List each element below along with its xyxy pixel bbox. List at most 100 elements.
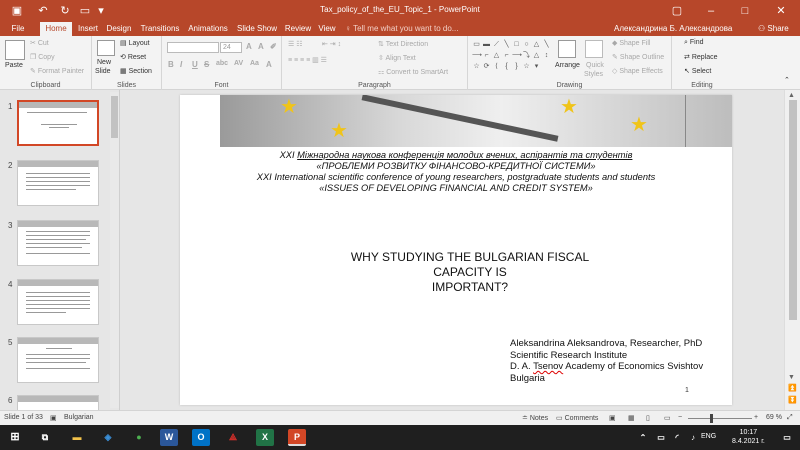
tab-animations[interactable]: Animations bbox=[186, 22, 230, 36]
new-slide-icon[interactable] bbox=[97, 40, 115, 56]
windows-start-icon[interactable]: ⊞ bbox=[6, 429, 24, 446]
new-slide-label-2[interactable]: Slide bbox=[95, 68, 111, 75]
clock[interactable]: 10:17 8.4.2021 г. bbox=[732, 428, 765, 446]
align-icons[interactable]: ≡ ≡ ≡ ≡ ▥ ☰ bbox=[288, 56, 327, 64]
notifications-icon[interactable]: ▭ bbox=[778, 429, 796, 446]
chrome-icon[interactable]: ● bbox=[130, 429, 148, 446]
paste-button[interactable]: Paste bbox=[5, 62, 23, 69]
shape-fill-button[interactable]: ◆ Shape Fill bbox=[612, 39, 650, 47]
underline-button[interactable]: U bbox=[192, 60, 198, 69]
font-name-field[interactable] bbox=[167, 42, 219, 53]
replace-button[interactable]: ⇄ Replace bbox=[684, 53, 718, 61]
quick-styles-label-2[interactable]: Styles bbox=[584, 71, 603, 78]
spellcheck-icon[interactable]: ▣ bbox=[50, 414, 57, 422]
reading-view-icon[interactable]: ▯ bbox=[646, 414, 650, 422]
align-text-button[interactable]: ⇳ Align Text bbox=[378, 54, 416, 62]
tab-transitions[interactable]: Transitions bbox=[138, 22, 182, 36]
character-spacing-button[interactable]: AV bbox=[234, 60, 243, 67]
slide-scrollbar[interactable]: ▲ ▼ ⏫ ⏬ bbox=[784, 90, 800, 410]
tab-home[interactable]: Home bbox=[40, 22, 72, 36]
reset-button[interactable]: ⟲ Reset bbox=[120, 53, 146, 61]
minimize-icon[interactable]: – bbox=[694, 0, 728, 22]
grow-font-icon[interactable]: A bbox=[246, 42, 252, 51]
zoom-level[interactable]: 69 % bbox=[766, 414, 782, 421]
format-painter-button[interactable]: ✎ Format Painter bbox=[30, 67, 84, 75]
scroll-up-icon[interactable]: ▲ bbox=[788, 92, 795, 99]
file-explorer-icon[interactable]: ▬ bbox=[68, 429, 86, 446]
fit-to-window-icon[interactable]: ⤢ bbox=[787, 414, 793, 422]
change-case-button[interactable]: Aa bbox=[250, 60, 259, 67]
shapes-gallery[interactable]: ▭ ▬ ⟋ ╲ □ ○ △ ╲ ⟶ ⌐ △ ⌐ ⟶⤵ △ ↕ ☆ ⟳ ⟨{} ☆ ▾ bbox=[472, 39, 552, 71]
layout-button[interactable]: ▤ Layout bbox=[120, 39, 150, 47]
bullets-icon[interactable]: ☰ ☷ bbox=[288, 40, 303, 48]
powerpoint-icon[interactable]: P bbox=[288, 429, 306, 446]
tray-overflow-icon[interactable]: ⌃ bbox=[634, 429, 652, 446]
shape-outline-button[interactable]: ✎ Shape Outline bbox=[612, 53, 664, 61]
shape-effects-button[interactable]: ◇ Shape Effects bbox=[612, 67, 663, 75]
collapse-ribbon-icon[interactable]: ⌃ bbox=[784, 76, 790, 84]
thumbnail-slide-4[interactable] bbox=[17, 279, 99, 325]
thumbnail-slide-2[interactable] bbox=[17, 160, 99, 206]
shrink-font-icon[interactable]: A bbox=[258, 42, 264, 51]
excel-icon[interactable]: X bbox=[256, 429, 274, 446]
outlook-express-icon[interactable]: ◈ bbox=[99, 429, 117, 446]
acrobat-icon[interactable]: ⟁ bbox=[224, 429, 242, 446]
arrange-icon[interactable] bbox=[558, 40, 576, 58]
outlook-icon[interactable]: O bbox=[192, 429, 210, 446]
scroll-thumb[interactable] bbox=[111, 96, 118, 138]
input-language[interactable]: ENG bbox=[701, 433, 716, 440]
next-slide-icon[interactable]: ⏬ bbox=[788, 396, 797, 404]
indent-icon[interactable]: ⇤ ⇥ ↕ bbox=[322, 40, 341, 48]
tab-design[interactable]: Design bbox=[104, 22, 134, 36]
scroll-thumb[interactable] bbox=[789, 100, 797, 320]
find-button[interactable]: ⌕ Find bbox=[684, 39, 704, 47]
text-direction-button[interactable]: ⇅ Text Direction bbox=[378, 40, 428, 48]
quick-styles-label-1[interactable]: Quick bbox=[586, 62, 604, 69]
notes-button[interactable]: ≐ Notes bbox=[522, 414, 548, 422]
select-button[interactable]: ↖ Select bbox=[684, 67, 711, 75]
previous-slide-icon[interactable]: ⏫ bbox=[788, 384, 797, 392]
normal-view-icon[interactable]: ▣ bbox=[609, 414, 616, 422]
cut-button[interactable]: ✂ Cut bbox=[30, 39, 49, 47]
slide-sorter-icon[interactable]: ▦ bbox=[628, 414, 635, 422]
zoom-out-icon[interactable]: − bbox=[678, 414, 682, 421]
tab-slide-show[interactable]: Slide Show bbox=[234, 22, 280, 36]
close-icon[interactable]: ✕ bbox=[764, 0, 798, 22]
share-button[interactable]: ⚇ Share bbox=[758, 22, 789, 36]
font-color-icon[interactable]: A bbox=[266, 60, 272, 69]
font-size-field[interactable]: 24 bbox=[220, 42, 242, 53]
section-button[interactable]: ▦ Section bbox=[120, 67, 152, 75]
tab-view[interactable]: View bbox=[316, 22, 338, 36]
zoom-in-icon[interactable]: + bbox=[754, 414, 758, 421]
thumbnail-slide-3[interactable] bbox=[17, 220, 99, 266]
volume-icon[interactable]: ♪ bbox=[684, 429, 702, 446]
comments-button[interactable]: ▭ Comments bbox=[556, 414, 598, 422]
maximize-icon[interactable]: □ bbox=[728, 0, 762, 22]
task-view-icon[interactable]: ⧉ bbox=[36, 429, 54, 446]
slide[interactable]: ★ ★ ★ ★ XXI Міжнародна наукова конференц… bbox=[180, 95, 732, 405]
thumbnails-scrollbar[interactable] bbox=[110, 92, 119, 408]
word-icon[interactable]: W bbox=[160, 429, 178, 446]
text-shadow-button[interactable]: abc bbox=[216, 60, 228, 67]
zoom-slider[interactable] bbox=[688, 418, 752, 419]
zoom-slider-thumb[interactable] bbox=[710, 414, 713, 423]
language-status[interactable]: Bulgarian bbox=[64, 414, 94, 421]
paste-icon[interactable] bbox=[5, 40, 25, 60]
clear-format-icon[interactable]: ✐ bbox=[270, 42, 277, 51]
tab-review[interactable]: Review bbox=[284, 22, 312, 36]
user-name[interactable]: Александрина Б. Александрова bbox=[614, 22, 732, 36]
slide-show-icon[interactable]: ▭ bbox=[664, 414, 671, 422]
thumbnail-slide-6[interactable] bbox=[17, 395, 99, 410]
tab-file[interactable]: File bbox=[4, 22, 32, 36]
arrange-button[interactable]: Arrange bbox=[555, 62, 580, 69]
scroll-down-icon[interactable]: ▼ bbox=[788, 374, 795, 381]
tell-me-box[interactable]: ♀ Tell me what you want to do... bbox=[345, 22, 458, 36]
tab-insert[interactable]: Insert bbox=[74, 22, 102, 36]
new-slide-label-1[interactable]: New bbox=[97, 59, 111, 66]
thumbnail-slide-5[interactable] bbox=[17, 337, 99, 383]
ribbon-display-icon[interactable]: ▢ bbox=[660, 0, 694, 22]
copy-button[interactable]: ❐ Copy bbox=[30, 53, 55, 61]
strikethrough-button[interactable]: S bbox=[204, 60, 209, 69]
italic-button[interactable]: I bbox=[180, 60, 182, 69]
quick-styles-icon[interactable] bbox=[585, 40, 603, 58]
